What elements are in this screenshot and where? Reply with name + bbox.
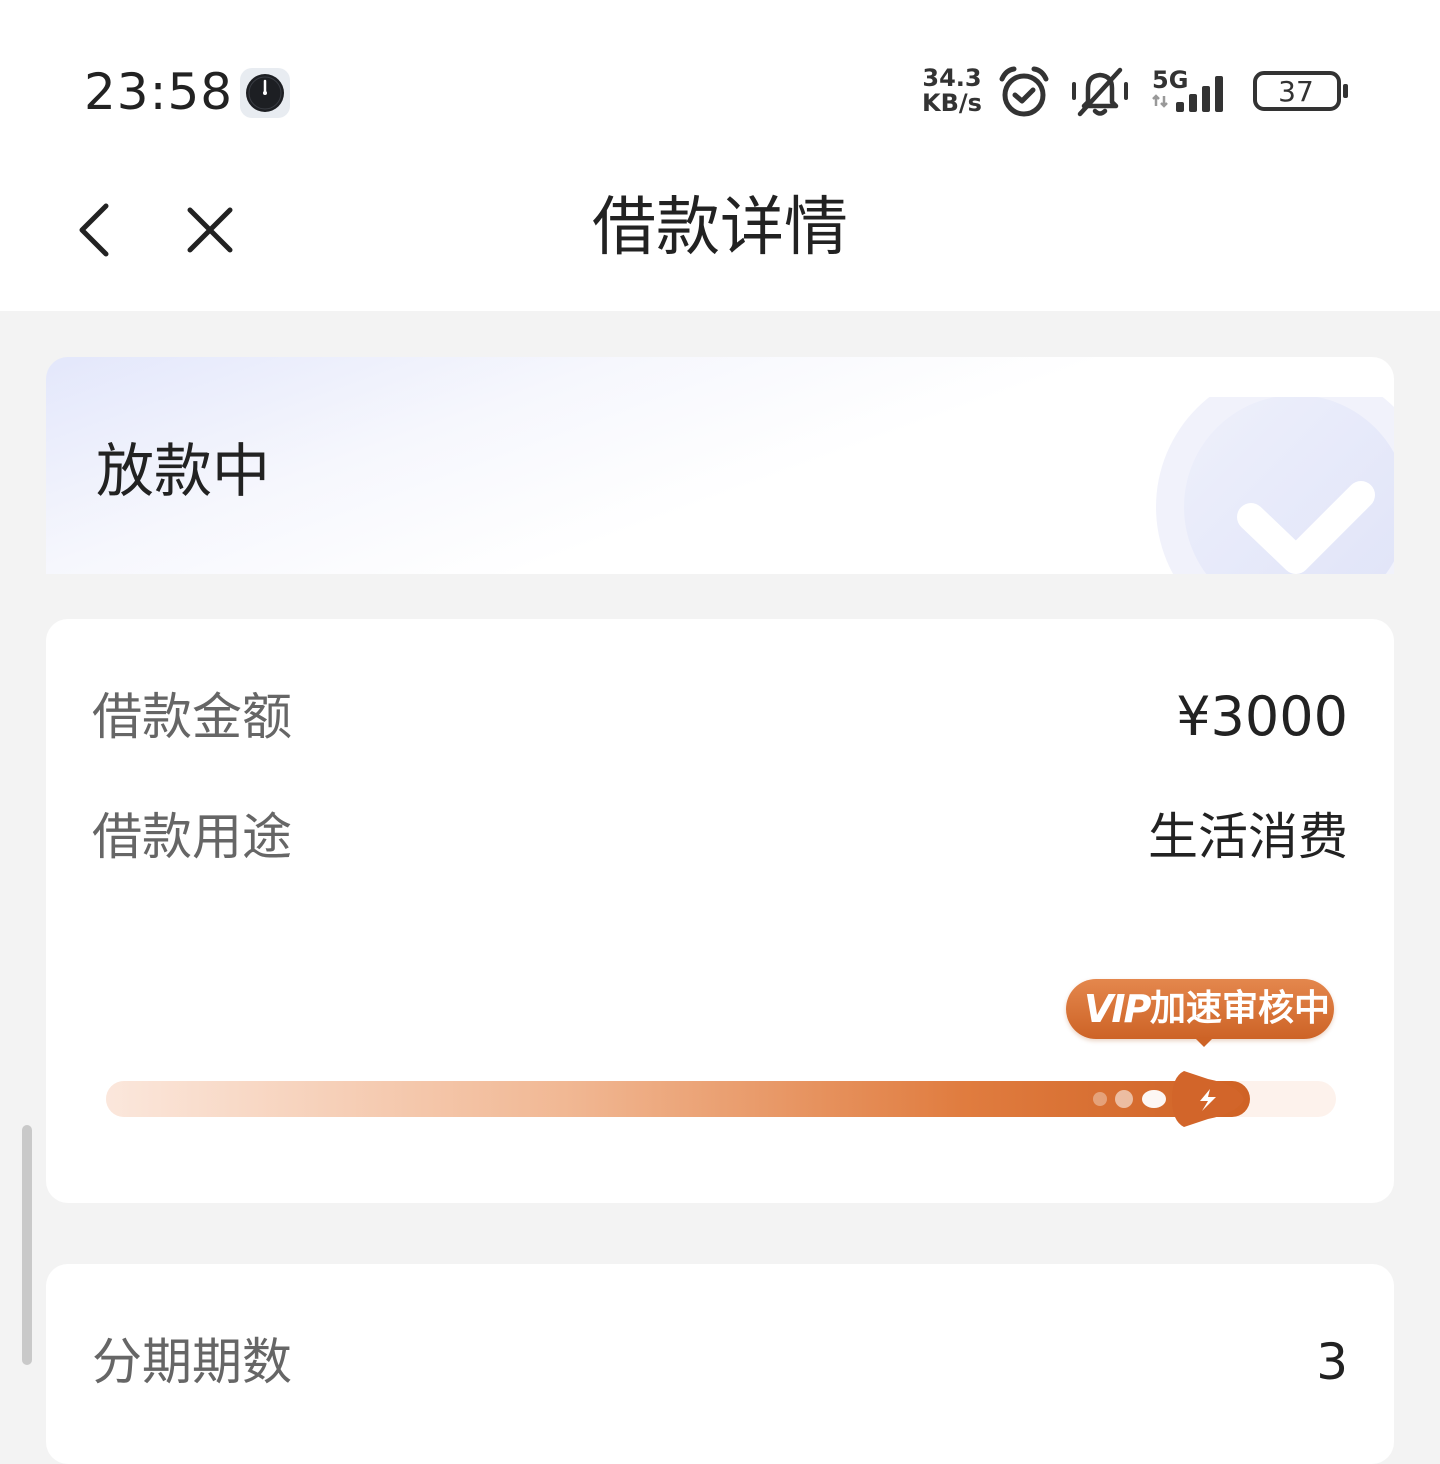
network-speed-unit: KB/s — [922, 89, 982, 117]
clock-app-icon — [240, 68, 290, 118]
scrollbar[interactable] — [22, 1125, 32, 1365]
loan-status-text: 放款中 — [96, 437, 271, 505]
review-progress-fill — [106, 1081, 1250, 1117]
vip-review-text: 加速审核中 — [1150, 988, 1331, 1029]
network-speed-value: 34.3 — [922, 64, 982, 92]
network-type-label: 5G — [1152, 66, 1188, 94]
loan-amount-label: 借款金额 — [92, 688, 292, 746]
loan-purpose-label: 借款用途 — [92, 808, 292, 866]
installments-value: 3 — [1316, 1333, 1348, 1391]
back-button[interactable] — [68, 198, 132, 262]
close-icon — [187, 207, 233, 253]
status-time: 23:58 — [84, 63, 234, 121]
vip-logo: VIP — [1084, 987, 1151, 1031]
page-title: 借款详情 — [592, 191, 848, 265]
signal-icon: 5G — [1152, 66, 1223, 112]
battery-level: 37 — [1278, 75, 1314, 108]
top-bar: 23:58 34.3 KB/s 5G 37 借款详情 — [0, 0, 1440, 311]
close-button[interactable] — [178, 198, 242, 262]
chevron-left-icon — [79, 203, 109, 257]
mute-icon — [1072, 67, 1128, 117]
rocket-icon — [1093, 1071, 1244, 1127]
check-icon — [1156, 397, 1394, 574]
loan-status-card: 放款中 — [46, 357, 1394, 574]
loan-info-card: 借款金额 ¥3000 借款用途 生活消费 VIP 加速审核中 — [46, 619, 1394, 1203]
alarm-icon — [999, 66, 1049, 117]
loan-amount-value: ¥3000 — [1176, 685, 1348, 748]
loan-purpose-value: 生活消费 — [1148, 808, 1348, 866]
network-speed: 34.3 KB/s — [918, 66, 986, 116]
installments-label: 分期期数 — [92, 1333, 292, 1391]
installments-card: 分期期数 3 — [46, 1264, 1394, 1464]
vip-review-badge: VIP 加速审核中 — [1066, 979, 1334, 1047]
